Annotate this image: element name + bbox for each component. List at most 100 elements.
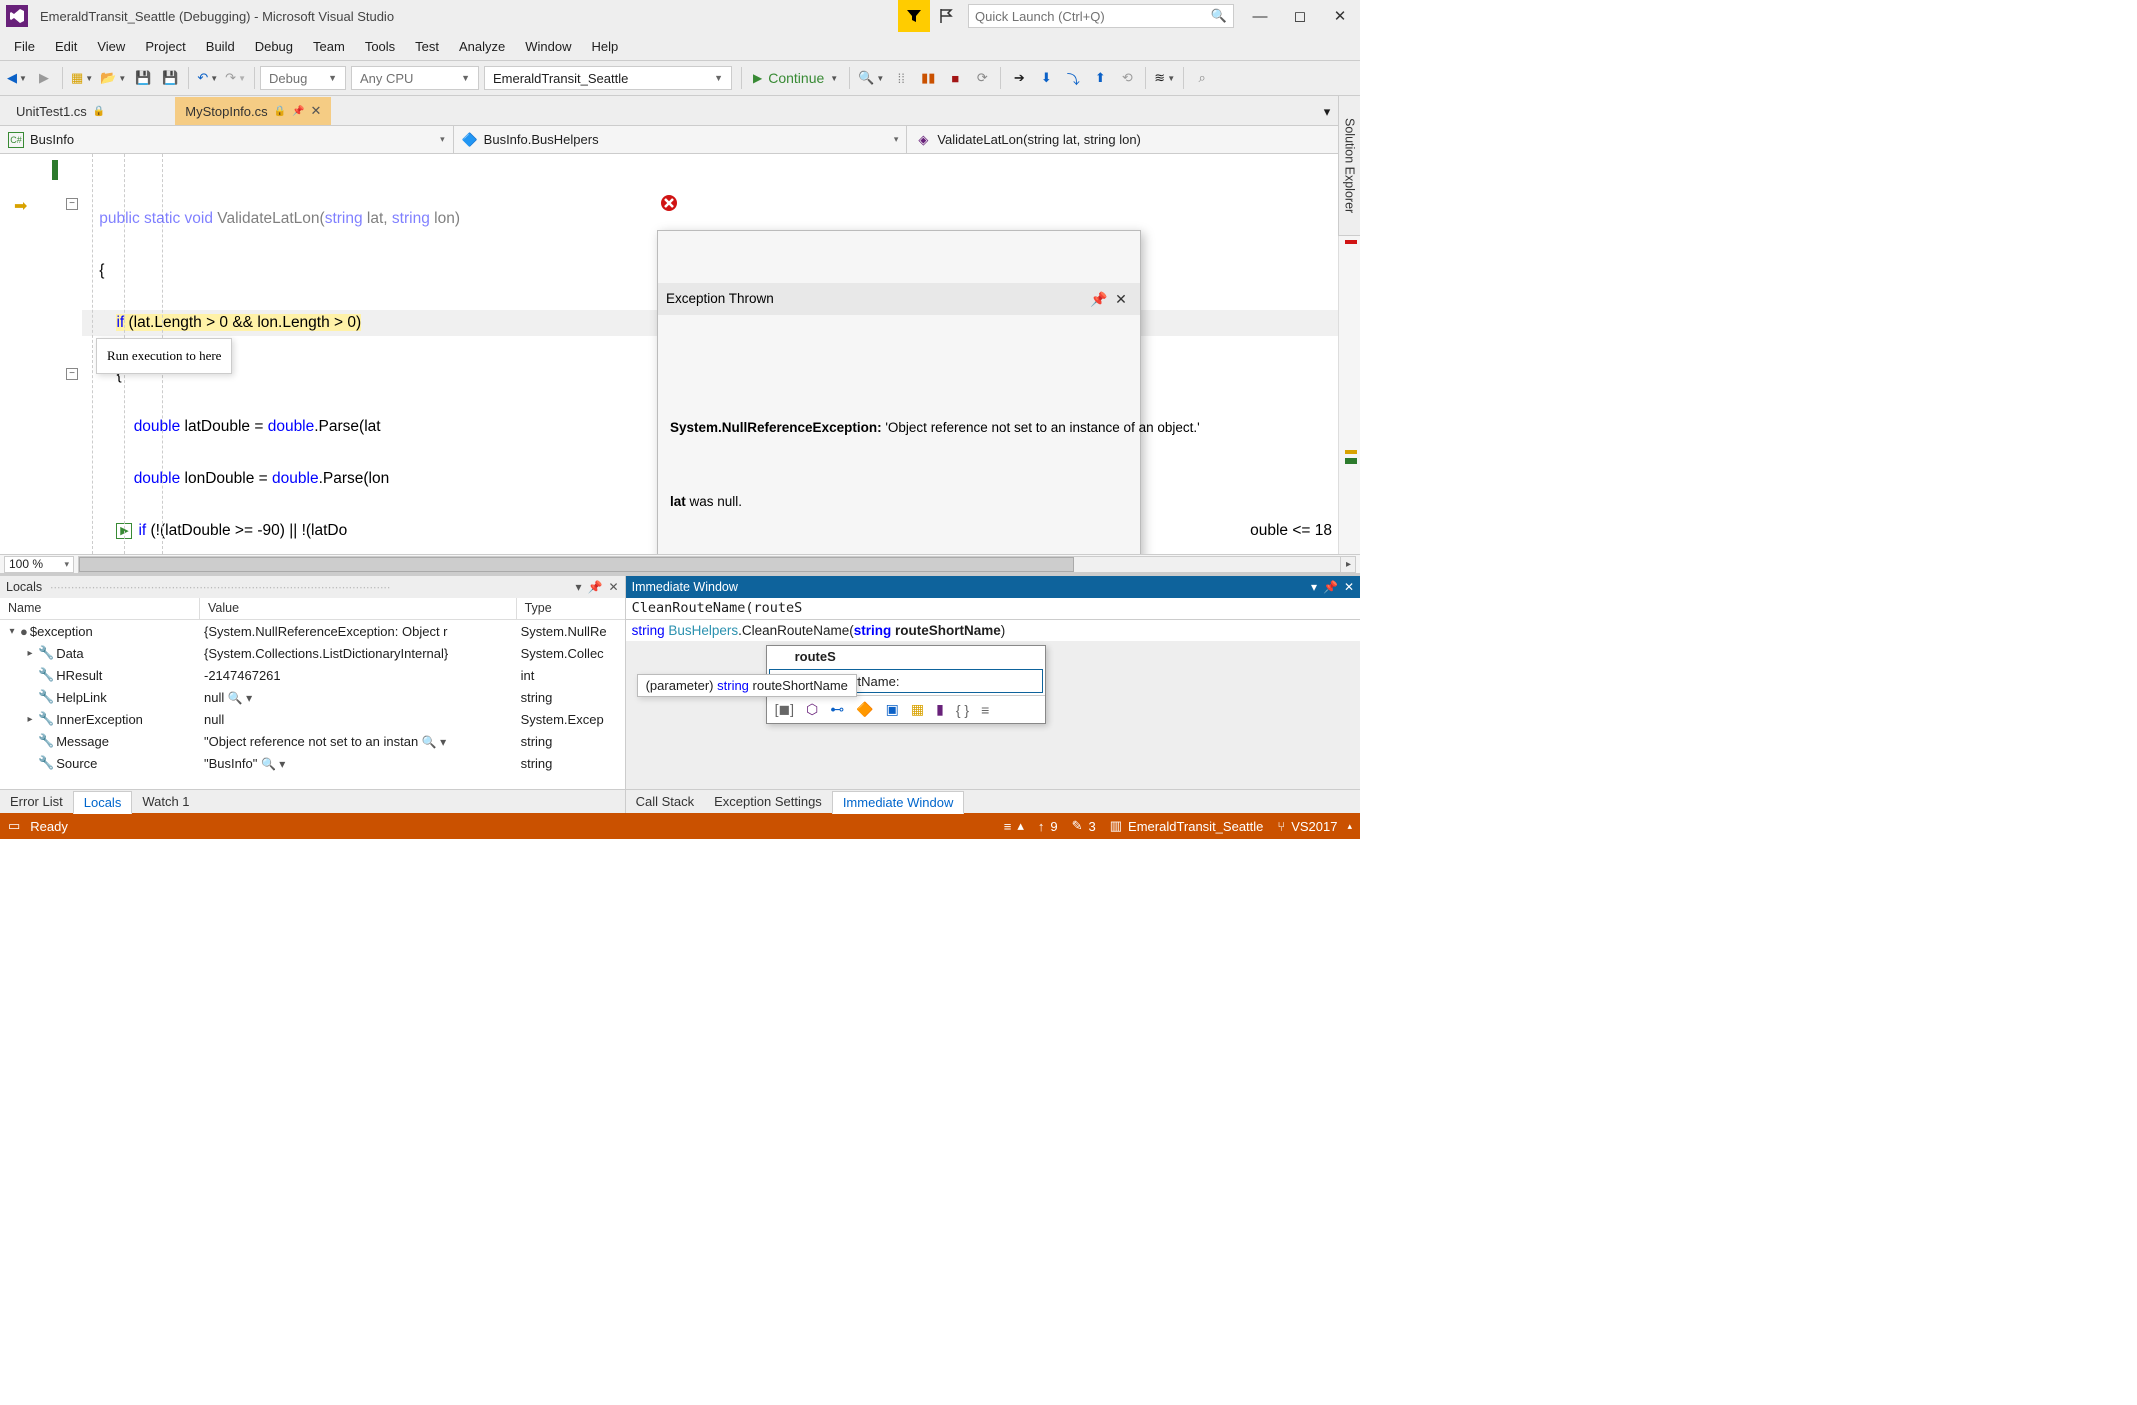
- restart-button[interactable]: ⟳: [969, 65, 995, 91]
- save-button[interactable]: 💾: [130, 65, 156, 91]
- step-into-button[interactable]: ⬇: [1033, 65, 1059, 91]
- status-changes[interactable]: ✎3: [1072, 818, 1096, 834]
- close-icon[interactable]: ✕: [1110, 286, 1132, 312]
- fold-toggle-icon[interactable]: −: [66, 368, 78, 380]
- close-tab-icon[interactable]: ✕: [311, 103, 322, 119]
- menu-analyze[interactable]: Analyze: [449, 35, 515, 58]
- save-all-button[interactable]: 💾: [157, 65, 183, 91]
- filter-enum-icon[interactable]: ▦: [911, 701, 924, 718]
- open-file-button[interactable]: 📂▼: [97, 65, 129, 91]
- magnify-icon[interactable]: 🔍 ▾: [261, 757, 285, 771]
- breadcrumb-namespace[interactable]: C#BusInfo▾: [0, 126, 454, 153]
- filter-class-icon[interactable]: 🔶: [856, 701, 873, 718]
- magnify-icon[interactable]: 🔍 ▾: [228, 691, 252, 705]
- menu-debug[interactable]: Debug: [245, 35, 303, 58]
- table-row[interactable]: ▾● $exception{System.NullReferenceExcept…: [0, 620, 625, 642]
- filter-struct-icon[interactable]: ▣: [886, 701, 899, 718]
- pin-icon[interactable]: 📌: [1323, 580, 1338, 594]
- status-repo[interactable]: ▥EmeraldTransit_Seattle: [1110, 818, 1264, 834]
- pin-icon[interactable]: 📌: [292, 106, 304, 117]
- menu-team[interactable]: Team: [303, 35, 355, 58]
- status-publish[interactable]: ≡▴: [1004, 818, 1024, 834]
- platform-combo[interactable]: Any CPU▼: [351, 66, 479, 90]
- status-branch[interactable]: ⑂VS2017▴: [1277, 819, 1352, 834]
- menu-build[interactable]: Build: [196, 35, 245, 58]
- table-row[interactable]: 🔧 Source"BusInfo" 🔍 ▾string: [0, 752, 625, 774]
- magnify-icon[interactable]: 🔍 ▾: [422, 735, 446, 749]
- quick-launch-input[interactable]: Quick Launch (Ctrl+Q) 🔍: [968, 4, 1234, 28]
- menu-test[interactable]: Test: [405, 35, 449, 58]
- immediate-panel-header[interactable]: Immediate Window ▾📌✕: [626, 576, 1360, 598]
- tab-mystopinfo[interactable]: MyStopInfo.cs🔒📌✕: [175, 97, 331, 125]
- tab-call-stack[interactable]: Call Stack: [626, 791, 705, 812]
- startup-combo[interactable]: EmeraldTransit_Seattle▼: [484, 66, 732, 90]
- locals-rows[interactable]: ▾● $exception{System.NullReferenceExcept…: [0, 620, 625, 789]
- menu-view[interactable]: View: [87, 35, 135, 58]
- solution-explorer-tab[interactable]: Solution Explorer: [1338, 96, 1360, 236]
- pin-icon[interactable]: 📌: [588, 580, 603, 594]
- menu-tools[interactable]: Tools: [355, 35, 405, 58]
- redo-button[interactable]: ↷▼: [222, 65, 249, 91]
- col-value[interactable]: Value: [200, 598, 517, 619]
- filter-list-icon[interactable]: ≡: [981, 702, 989, 718]
- breadcrumb-class[interactable]: 🔷BusInfo.BusHelpers▾: [454, 126, 908, 153]
- exception-error-icon[interactable]: [660, 194, 678, 212]
- intellitrace-icon[interactable]: ≋▼: [1151, 65, 1178, 91]
- col-name[interactable]: Name: [0, 598, 200, 619]
- step-out-button[interactable]: ⬆: [1087, 65, 1113, 91]
- tab-immediate[interactable]: Immediate Window: [832, 791, 965, 814]
- menu-help[interactable]: Help: [582, 35, 629, 58]
- notification-funnel-icon[interactable]: [898, 0, 930, 32]
- code-editor[interactable]: public static void ValidateLatLon(string…: [82, 154, 1338, 554]
- menu-edit[interactable]: Edit: [45, 35, 87, 58]
- intellisense-popup[interactable]: routeS [◼]routeShortName: [◼] ⬡ ⊷ 🔶 ▣ ▦ …: [766, 645, 1046, 724]
- breadcrumb-method[interactable]: ◈ValidateLatLon(string lat, string lon)▾: [907, 126, 1360, 153]
- new-project-button[interactable]: ▦▼: [68, 65, 96, 91]
- tab-error-list[interactable]: Error List: [0, 791, 73, 812]
- locals-panel-header[interactable]: Locals ∙∙∙∙∙∙∙∙∙∙∙∙∙∙∙∙∙∙∙∙∙∙∙∙∙∙∙∙∙∙∙∙∙…: [0, 576, 625, 598]
- step-back-icon[interactable]: ⟲: [1114, 65, 1140, 91]
- restore-button[interactable]: ◻: [1280, 0, 1320, 32]
- filter-braces-icon[interactable]: { }: [956, 702, 969, 718]
- menu-file[interactable]: File: [4, 35, 45, 58]
- filter-local-icon[interactable]: [◼]: [775, 701, 794, 718]
- pause-button[interactable]: ▮▮: [915, 65, 941, 91]
- close-icon[interactable]: ✕: [609, 580, 619, 594]
- editor-hscrollbar[interactable]: ◂ ▸: [78, 556, 1356, 573]
- tab-exception-settings[interactable]: Exception Settings: [704, 791, 832, 812]
- col-type[interactable]: Type: [517, 598, 625, 619]
- window-pos-icon[interactable]: ▾: [1311, 580, 1317, 594]
- editor-gutter[interactable]: ➡ − −: [0, 154, 82, 554]
- tab-locals[interactable]: Locals: [73, 791, 133, 814]
- pin-icon[interactable]: 📌: [1088, 286, 1110, 312]
- close-button[interactable]: ✕: [1320, 0, 1360, 32]
- tabs-overflow-icon[interactable]: ▾: [1314, 99, 1340, 125]
- zoom-combo[interactable]: 100 %▾: [4, 556, 74, 573]
- thread-icon[interactable]: ⁞⁞: [888, 65, 914, 91]
- menu-project[interactable]: Project: [135, 35, 195, 58]
- menu-window[interactable]: Window: [515, 35, 581, 58]
- step-over-button[interactable]: ⤵: [1060, 65, 1086, 91]
- window-pos-icon[interactable]: ▾: [576, 580, 582, 594]
- feedback-icon[interactable]: [930, 0, 962, 32]
- breakpoint-settings-icon[interactable]: 🔍▼: [855, 65, 887, 91]
- filter-cube-icon[interactable]: ⬡: [806, 701, 818, 718]
- tab-watch[interactable]: Watch 1: [132, 791, 199, 812]
- table-row[interactable]: 🔧 HelpLinknull 🔍 ▾string: [0, 686, 625, 708]
- nav-back-button[interactable]: ◀▼: [4, 65, 30, 91]
- table-row[interactable]: ▸🔧 Data{System.Collections.ListDictionar…: [0, 642, 625, 664]
- tab-unittest[interactable]: UnitTest1.cs🔒: [6, 97, 115, 125]
- close-icon[interactable]: ✕: [1344, 580, 1354, 594]
- status-errors[interactable]: ↑9: [1038, 819, 1058, 834]
- continue-button[interactable]: ▶Continue▼: [747, 65, 844, 91]
- table-row[interactable]: 🔧 Message"Object reference not set to an…: [0, 730, 625, 752]
- undo-button[interactable]: ↶▼: [194, 65, 221, 91]
- table-row[interactable]: 🔧 HResult-2147467261 int: [0, 664, 625, 686]
- nav-fwd-button[interactable]: ▶: [31, 65, 57, 91]
- find-icon[interactable]: ⌕: [1189, 65, 1215, 91]
- stop-button[interactable]: ■: [942, 65, 968, 91]
- filter-method-icon[interactable]: ⊷: [830, 701, 844, 718]
- minimize-button[interactable]: —: [1240, 0, 1280, 32]
- config-combo[interactable]: Debug▼: [260, 66, 346, 90]
- filter-namespace-icon[interactable]: ▮: [936, 701, 944, 718]
